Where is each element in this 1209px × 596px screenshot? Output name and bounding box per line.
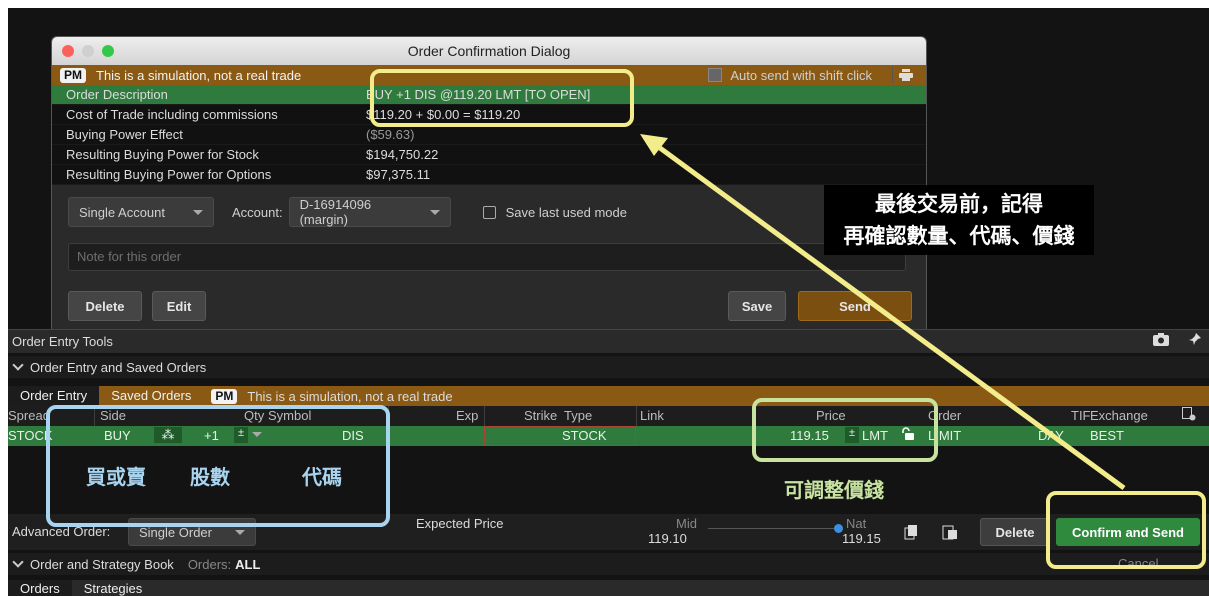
edit-label: Edit <box>166 298 192 314</box>
account-select[interactable]: D-16914096 (margin) <box>288 197 451 227</box>
chevron-down-icon <box>12 556 24 568</box>
order-book-header[interactable]: Order and Strategy Book Orders: ALL Canc… <box>8 553 1209 575</box>
order-entry-section-header[interactable]: Order Entry and Saved Orders <box>8 356 1209 378</box>
row-value: ($59.63) <box>366 127 415 142</box>
simulation-notice: This is a simulation, not a real trade <box>247 388 453 404</box>
delete-order-button[interactable]: Delete <box>980 518 1050 546</box>
simulation-notice: This is a simulation, not a real trade <box>96 67 302 83</box>
paste-icon[interactable] <box>942 524 958 543</box>
row-label: Order Description <box>66 87 168 102</box>
edit-button[interactable]: Edit <box>152 291 206 321</box>
qty-annotation: 股數 <box>190 465 230 489</box>
tab-strategies[interactable]: Strategies <box>72 580 155 596</box>
table-row: Buying Power Effect ($59.63) <box>52 125 926 145</box>
nat-label: Nat <box>846 516 867 531</box>
order-note-placeholder: Note for this order <box>77 249 182 264</box>
delete-button[interactable]: Delete <box>68 291 142 321</box>
account-label: Account: <box>232 204 283 220</box>
save-mode-label: Save last used mode <box>505 204 627 220</box>
chevron-down-icon <box>429 209 440 215</box>
tab-order-entry[interactable]: Order Entry <box>8 386 100 406</box>
order-description-highlight <box>370 69 634 127</box>
book-title: Order and Strategy Book <box>30 556 174 572</box>
zoom-window-button[interactable] <box>102 45 114 57</box>
chevron-down-icon <box>12 359 24 371</box>
price-highlight <box>752 398 938 462</box>
table-row: Resulting Buying Power for Stock $194,75… <box>52 145 926 165</box>
pm-badge: PM <box>60 67 86 83</box>
columns-settings-icon[interactable] <box>1182 407 1196 424</box>
order-entry-tabs: Order Entry Saved Orders PM This is a si… <box>8 386 1209 406</box>
auto-send-label: Auto send with shift click <box>730 67 872 83</box>
auto-send-checkbox[interactable] <box>708 68 723 82</box>
chevron-down-icon <box>193 209 203 215</box>
col-exchange: Exchange <box>1090 408 1148 423</box>
row-label: Resulting Buying Power for Stock <box>66 147 259 162</box>
cell-tif[interactable]: DAY <box>1038 428 1064 443</box>
tools-actions <box>1153 333 1201 349</box>
expected-price-label: Expected Price <box>416 516 504 531</box>
dialog-titlebar: Order Confirmation Dialog <box>52 37 926 65</box>
chevron-down-icon <box>235 529 245 535</box>
price-slider-track[interactable] <box>708 528 838 529</box>
print-icon[interactable] <box>892 67 918 83</box>
row-label: Cost of Trade including commissions <box>66 107 278 122</box>
auto-send-toggle[interactable]: Auto send with shift click <box>708 65 872 85</box>
row-value: $97,375.11 <box>366 167 431 182</box>
row-value: $194,750.22 <box>366 147 439 162</box>
confirm-button-highlight <box>1046 491 1206 569</box>
book-tabs: Orders Strategies <box>8 580 1209 596</box>
dialog-title: Order Confirmation Dialog <box>407 43 571 59</box>
callout-line-2: 再確認數量、代碼、價錢 <box>843 224 1075 248</box>
section-title: Order Entry and Saved Orders <box>30 359 207 375</box>
account-row: Single Account Account: D-16914096 (marg… <box>68 197 910 227</box>
send-label: Send <box>839 298 871 314</box>
table-row: Resulting Buying Power for Options $97,3… <box>52 165 926 185</box>
symbol-annotation: 代碼 <box>302 465 342 489</box>
col-type: Type <box>564 408 593 423</box>
row-label: Buying Power Effect <box>66 127 183 142</box>
col-exp: Exp <box>456 408 479 423</box>
tab-orders[interactable]: Orders <box>8 580 72 596</box>
copy-icon[interactable] <box>904 524 918 543</box>
side-annotation: 買或賣 <box>86 465 146 489</box>
nat-value: 119.15 <box>842 531 881 546</box>
account-mode-value: Single Account <box>79 204 166 220</box>
col-spread: Spread <box>8 408 50 423</box>
save-label: Save <box>741 298 773 314</box>
orders-filter-value[interactable]: ALL <box>235 557 260 572</box>
price-annotation: 可調整價錢 <box>784 478 884 502</box>
cell-exchange[interactable]: BEST <box>1090 428 1124 443</box>
delete-order-label: Delete <box>995 524 1035 540</box>
save-button[interactable]: Save <box>728 291 786 321</box>
window-controls <box>62 45 114 57</box>
tools-title: Order Entry Tools <box>12 334 113 349</box>
col-strike: Strike <box>524 408 558 423</box>
account-value: D-16914096 (margin) <box>299 197 372 227</box>
camera-icon[interactable] <box>1153 333 1169 349</box>
order-entry-tools-header: Order Entry Tools <box>8 329 1209 353</box>
close-window-button[interactable] <box>62 45 74 57</box>
row-label: Resulting Buying Power for Options <box>66 167 272 182</box>
account-mode-select[interactable]: Single Account <box>68 197 214 227</box>
callout-line-1: 最後交易前，記得 <box>875 192 1043 216</box>
send-button[interactable]: Send <box>798 291 912 321</box>
reminder-callout: 最後交易前，記得 再確認數量、代碼、價錢 <box>824 185 1094 255</box>
pin-icon[interactable] <box>1189 333 1201 349</box>
mid-label: Mid <box>676 516 697 531</box>
order-note-input[interactable]: Note for this order <box>68 243 906 271</box>
save-mode-checkbox[interactable] <box>482 205 496 219</box>
pm-badge: PM <box>211 388 238 404</box>
orders-filter-label: Orders: <box>187 556 232 572</box>
col-link: Link <box>640 408 664 423</box>
minimize-window-button[interactable] <box>82 45 94 57</box>
mid-value: 119.10 <box>648 531 687 546</box>
tab-saved-orders[interactable]: Saved Orders <box>99 386 203 406</box>
cell-type[interactable]: STOCK <box>562 428 607 443</box>
col-tif: TIF <box>1071 408 1091 423</box>
delete-label: Delete <box>85 298 125 314</box>
